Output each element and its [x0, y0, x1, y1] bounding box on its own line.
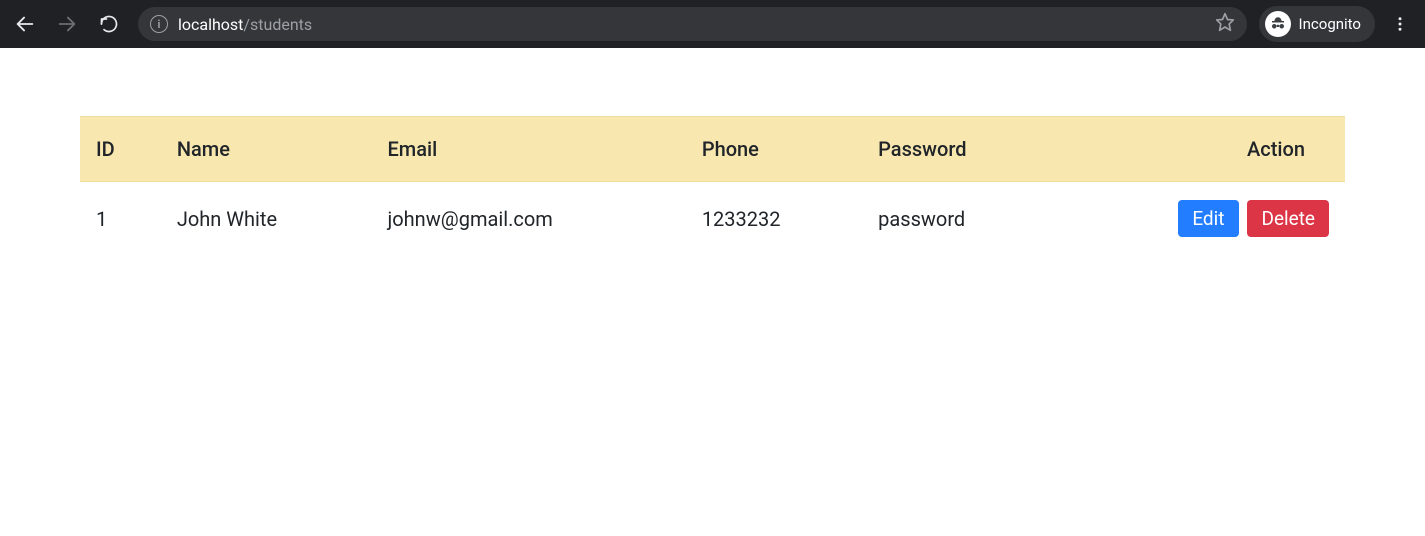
cell-name: John White	[161, 182, 372, 256]
incognito-icon	[1269, 15, 1287, 33]
students-table: ID Name Email Phone Password Action 1 Jo…	[80, 116, 1345, 255]
col-email: Email	[371, 117, 685, 182]
cell-password: password	[862, 182, 1054, 256]
table-row: 1 John White johnw@gmail.com 1233232 pas…	[80, 182, 1345, 256]
arrow-right-icon	[56, 13, 78, 35]
page-content: ID Name Email Phone Password Action 1 Jo…	[0, 48, 1425, 255]
url-path: /students	[243, 15, 312, 34]
site-info-icon[interactable]: i	[150, 15, 168, 33]
table-header-row: ID Name Email Phone Password Action	[80, 117, 1345, 182]
bookmark-button[interactable]	[1215, 12, 1235, 36]
cell-phone: 1233232	[686, 182, 862, 256]
incognito-badge	[1265, 11, 1291, 37]
more-vertical-icon	[1391, 15, 1409, 33]
reload-button[interactable]	[92, 7, 126, 41]
forward-button[interactable]	[50, 7, 84, 41]
col-action: Action	[1054, 117, 1345, 182]
delete-button[interactable]: Delete	[1247, 200, 1329, 237]
url-host: localhost	[178, 15, 243, 34]
address-bar[interactable]: i localhost/students	[138, 7, 1247, 41]
cell-action: Edit Delete	[1054, 182, 1345, 256]
browser-toolbar: i localhost/students Incognito	[0, 0, 1425, 48]
browser-menu-button[interactable]	[1383, 7, 1417, 41]
col-id: ID	[80, 117, 161, 182]
reload-icon	[99, 14, 119, 34]
arrow-left-icon	[14, 13, 36, 35]
incognito-label: Incognito	[1299, 15, 1361, 33]
url-text: localhost/students	[178, 15, 1205, 34]
back-button[interactable]	[8, 7, 42, 41]
cell-email: johnw@gmail.com	[371, 182, 685, 256]
edit-button[interactable]: Edit	[1178, 200, 1238, 237]
col-name: Name	[161, 117, 372, 182]
col-phone: Phone	[686, 117, 862, 182]
incognito-indicator[interactable]: Incognito	[1259, 6, 1375, 42]
star-icon	[1215, 12, 1235, 32]
col-password: Password	[862, 117, 1054, 182]
cell-id: 1	[80, 182, 161, 256]
